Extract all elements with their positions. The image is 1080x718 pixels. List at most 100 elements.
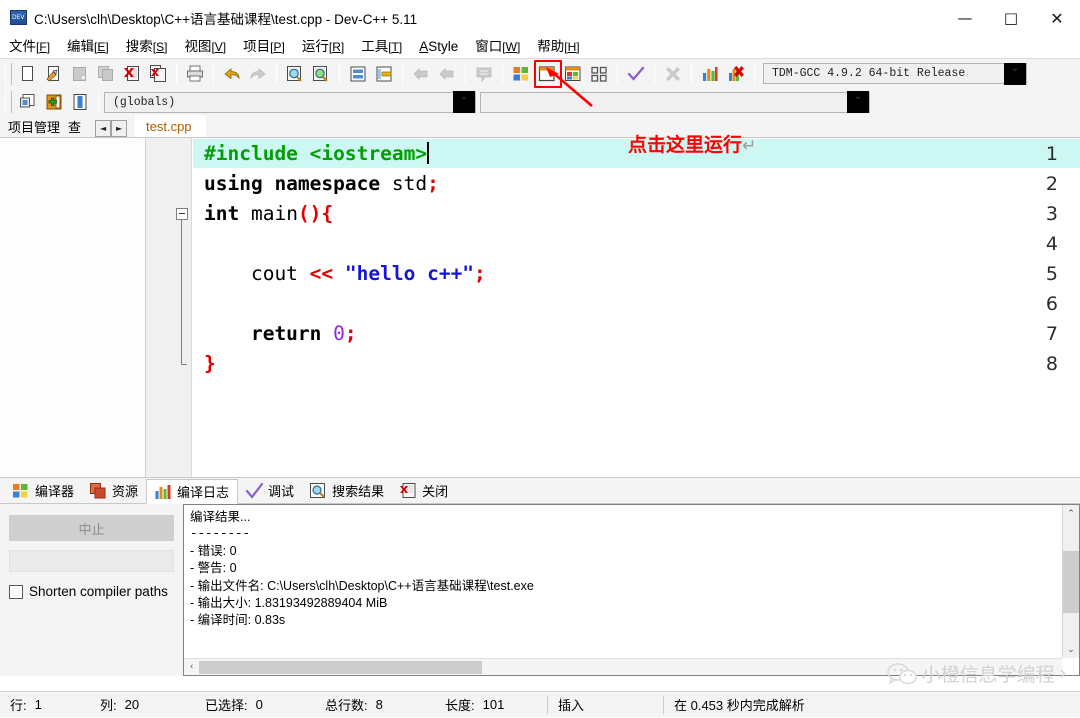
tab-resources[interactable]: 资源 — [82, 478, 147, 503]
menu-item-edit[interactable]: 编辑[E] — [67, 36, 109, 58]
project-panel[interactable] — [0, 138, 146, 477]
menu-item-window[interactable]: 窗口[W] — [475, 36, 520, 58]
print-icon[interactable] — [182, 62, 208, 86]
status-row: 行: 1 — [0, 692, 90, 718]
status-total-label: 总行数: — [325, 698, 368, 713]
scroll-up-icon[interactable]: ⌃ — [1063, 505, 1079, 522]
maximize-button[interactable]: □ — [988, 0, 1034, 36]
scroll-down-icon[interactable]: ⌄ — [1063, 641, 1079, 658]
resources-icon — [90, 482, 107, 499]
status-insert-mode: 插入 — [558, 698, 585, 713]
toolbar-separator — [754, 63, 755, 84]
rebuild-icon[interactable] — [586, 62, 612, 86]
new-file-icon[interactable] — [15, 62, 41, 86]
status-col-value: 20 — [124, 697, 140, 712]
new-project-icon[interactable] — [15, 90, 41, 114]
menu-item-file[interactable]: 文件[F] — [9, 36, 50, 58]
left-panel-tabs: 项目管理 查 ◄ ► — [0, 115, 128, 137]
line-number: 8 — [1045, 353, 1058, 375]
tab-compiler[interactable]: 编译器 — [5, 478, 83, 503]
forward-icon[interactable] — [434, 62, 460, 86]
toolbar-grip[interactable] — [5, 91, 12, 113]
compile-log-output[interactable]: 编译结果... -------- - 错误: 0 - 警告: 0 - 输出文件名… — [183, 504, 1080, 676]
tab-scroll-left-icon[interactable]: ◄ — [95, 120, 112, 137]
status-selected: 已选择: 0 — [195, 692, 315, 718]
tab-compile-log[interactable]: 编译日志 — [146, 479, 239, 504]
code-fold-end — [181, 364, 187, 365]
toolbar-separator — [339, 63, 340, 84]
tab-search-results[interactable]: 搜索结果 — [302, 478, 393, 503]
comment-icon[interactable] — [471, 62, 497, 86]
back-icon[interactable] — [408, 62, 434, 86]
menu-item-project[interactable]: 项目[P] — [243, 36, 285, 58]
editor-area: 1 2 3 4 5 6 7 8 #include <iostream> usin… — [0, 138, 1080, 478]
scope-select-value: (globals) — [113, 95, 176, 109]
save-icon[interactable] — [67, 62, 93, 86]
code-line-5: cout << "hello c++"; — [204, 262, 486, 285]
delete-profile-icon[interactable] — [723, 62, 749, 86]
window-controls: — □ ✕ — [942, 0, 1080, 36]
tab-project-manager[interactable]: 项目管理 — [4, 116, 65, 137]
open-file-icon[interactable] — [41, 62, 67, 86]
toolbar-separator — [276, 63, 277, 84]
syntax-check-icon[interactable] — [623, 62, 649, 86]
close-file-icon[interactable] — [119, 62, 145, 86]
scrollbar-thumb[interactable] — [1063, 551, 1079, 613]
shorten-paths-row[interactable]: Shorten compiler paths — [9, 584, 174, 599]
scroll-left-icon[interactable]: ‹ — [184, 662, 199, 672]
menu-item-view[interactable]: 视图[V] — [184, 36, 226, 58]
code-line-1: #include <iostream> — [204, 142, 430, 165]
tabs-row: 项目管理 查 ◄ ► test.cpp — [0, 115, 1080, 138]
code-fold-toggle[interactable] — [176, 208, 188, 220]
save-all-icon[interactable] — [93, 62, 119, 86]
tab-close-panel[interactable]: 关闭 — [392, 478, 457, 503]
tab-scroll-arrows: ◄ ► — [95, 120, 128, 137]
scrollbar-thumb[interactable] — [199, 660, 482, 674]
shorten-paths-checkbox[interactable] — [9, 584, 23, 599]
menu-item-astyle[interactable]: AStyle — [419, 36, 458, 58]
chevron-down-icon: ⌄ — [1004, 62, 1026, 85]
tab-scroll-right-icon[interactable]: ► — [111, 120, 128, 137]
replace-icon[interactable] — [308, 62, 334, 86]
menu-item-help[interactable]: 帮助[H] — [537, 36, 579, 58]
close-all-icon[interactable] — [145, 62, 171, 86]
menu-bar: 文件[F] 编辑[E] 搜索[S] 视图[V] 项目[P] 运行[R] 工具[T… — [0, 36, 1080, 58]
compile-run-icon[interactable] — [560, 62, 586, 86]
compile-log-body: 中止 Shorten compiler paths 编译结果... ------… — [0, 504, 1080, 676]
debug-icon — [245, 482, 264, 499]
compile-icon[interactable] — [508, 62, 534, 86]
find-icon[interactable] — [282, 62, 308, 86]
abort-button[interactable]: 中止 — [9, 515, 174, 541]
log-vertical-scrollbar[interactable]: ⌃ ⌄ — [1062, 505, 1079, 658]
minimize-button[interactable]: — — [942, 0, 988, 36]
menu-item-run[interactable]: 运行[R] — [302, 36, 344, 58]
tab-debug[interactable]: 调试 — [238, 478, 303, 503]
toolbar-grip[interactable] — [5, 62, 12, 85]
file-tab-test-cpp[interactable]: test.cpp — [135, 115, 206, 137]
close-panel-icon — [400, 482, 417, 499]
add-to-project-icon[interactable] — [41, 90, 67, 114]
undo-icon[interactable] — [219, 62, 245, 86]
log-line: -------- — [190, 527, 251, 542]
goto-function-icon[interactable] — [371, 62, 397, 86]
menu-item-tools[interactable]: 工具[T] — [361, 36, 402, 58]
profile-icon[interactable] — [697, 62, 723, 86]
menu-item-search[interactable]: 搜索[S] — [126, 36, 168, 58]
compiler-select[interactable]: TDM-GCC 4.9.2 64-bit Release ⌄ — [763, 62, 1027, 85]
goto-line-icon[interactable] — [345, 62, 371, 86]
code-editor[interactable]: 1 2 3 4 5 6 7 8 #include <iostream> usin… — [146, 138, 1080, 477]
progress-bar — [9, 550, 174, 572]
redo-icon[interactable] — [245, 62, 271, 86]
line-number: 3 — [1045, 203, 1058, 225]
member-select[interactable]: ⌄ — [480, 91, 870, 113]
search-results-icon — [310, 482, 327, 499]
toolbar-separator — [465, 63, 466, 84]
close-button[interactable]: ✕ — [1034, 0, 1080, 36]
line-number: 1 — [1045, 143, 1058, 165]
scope-select[interactable]: (globals) ⌄ — [104, 91, 476, 113]
tab-class-browser[interactable]: 查 — [64, 116, 95, 137]
stop-icon[interactable] — [660, 62, 686, 86]
log-horizontal-scrollbar[interactable]: ‹ — [184, 658, 1062, 675]
remove-from-project-icon[interactable] — [67, 90, 93, 114]
bottom-panel-tabs: 编译器 资源 编译日志 调试 搜索结果 关闭 — [0, 478, 1080, 504]
